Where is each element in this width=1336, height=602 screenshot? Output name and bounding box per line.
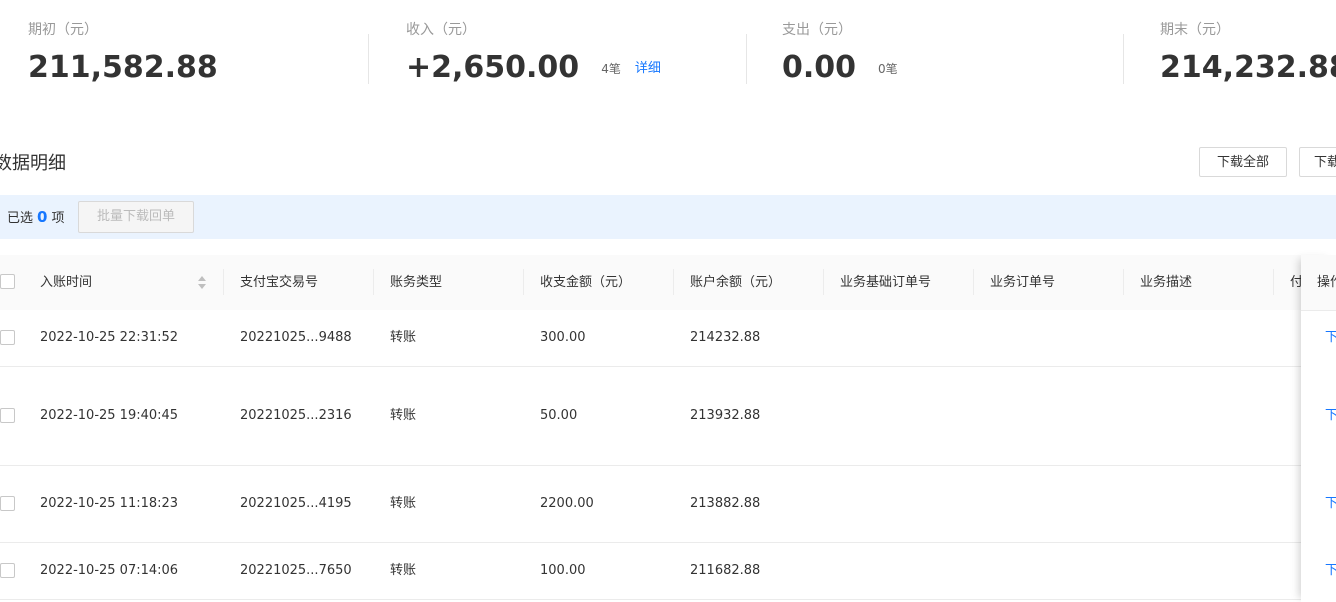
batch-download-receipt-button[interactable]: 批量下载回单 [78, 201, 194, 233]
col-type: 账务类型 [390, 275, 443, 290]
column-divider [973, 269, 974, 295]
column-divider [373, 269, 374, 295]
closing-label: 期末（元） [1160, 22, 1230, 38]
cell-amount: 300.00 [540, 330, 586, 345]
sort-icon[interactable] [197, 276, 207, 290]
operation-column: 操作 下 下 下 下 [1301, 255, 1336, 602]
download-receipt-link[interactable]: 下 [1325, 406, 1336, 426]
column-divider [1123, 269, 1124, 295]
income-total: 收入（元） +2,650.00 4笔 详细 [406, 20, 661, 89]
cell-amount: 2200.00 [540, 496, 594, 511]
download-button[interactable]: 下载 [1299, 147, 1336, 177]
opening-balance: 期初（元） 211,582.88 [28, 20, 218, 88]
income-value: +2,650.00 [406, 50, 580, 85]
select-all-checkbox[interactable] [0, 274, 15, 289]
download-receipt-link[interactable]: 下 [1325, 328, 1336, 348]
account-summary: 期初（元） 211,582.88 收入（元） +2,650.00 4笔 详细 支出（… [0, 0, 1336, 110]
column-divider [673, 269, 674, 295]
col-order: 业务订单号 [990, 275, 1056, 290]
summary-divider [746, 34, 747, 84]
cell-type: 转账 [390, 563, 417, 578]
selection-suffix: 项 [51, 211, 65, 226]
cell-type: 转账 [390, 496, 417, 511]
cell-trade-no: 20221025...7650 [240, 563, 352, 578]
cell-time: 2022-10-25 11:18:23 [40, 496, 179, 511]
cell-trade-no: 20221025...9488 [240, 330, 352, 345]
selection-prefix: 已选 [7, 211, 34, 226]
cell-balance: 213882.88 [690, 496, 761, 511]
cell-trade-no: 20221025...4195 [240, 496, 352, 511]
col-operation: 操作 [1317, 275, 1336, 290]
col-trade-no: 支付宝交易号 [240, 275, 319, 290]
download-receipt-link[interactable]: 下 [1325, 494, 1336, 514]
selection-summary: 已选 0 项 [7, 207, 64, 229]
cell-balance: 214232.88 [690, 330, 761, 345]
cell-balance: 211682.88 [690, 563, 761, 578]
cell-type: 转账 [390, 330, 417, 345]
expense-total: 支出（元） 0.00 0笔 [782, 20, 898, 89]
download-all-button[interactable]: 下载全部 [1199, 147, 1287, 177]
table-row: 2022-10-25 22:31:52 20221025...9488 转账 3… [0, 310, 1336, 367]
row-checkbox[interactable] [0, 563, 15, 578]
column-divider [223, 269, 224, 295]
cell-balance: 213932.88 [690, 408, 761, 423]
download-receipt-link[interactable]: 下 [1325, 561, 1336, 581]
income-label: 收入（元） [406, 22, 476, 38]
opening-label: 期初（元） [28, 22, 98, 38]
col-amount: 收支金额（元） [540, 275, 632, 290]
summary-divider [368, 34, 369, 84]
income-count: 4笔 [601, 61, 621, 76]
opening-value: 211,582.88 [28, 50, 218, 85]
selection-count: 0 [37, 208, 48, 226]
col-description: 业务描述 [1140, 275, 1193, 290]
table-row: 2022-10-25 19:40:45 20221025...2316 转账 5… [0, 367, 1336, 466]
column-divider [823, 269, 824, 295]
section-title: 数据明细 [0, 153, 66, 174]
cell-amount: 50.00 [540, 408, 578, 423]
column-divider [1273, 269, 1274, 295]
table-row: 2022-10-25 11:18:23 20221025...4195 转账 2… [0, 466, 1336, 543]
row-checkbox[interactable] [0, 496, 15, 511]
table-row: 2022-10-25 07:14:06 20221025...7650 转账 1… [0, 543, 1336, 600]
closing-value: 214,232.88 [1160, 50, 1336, 85]
col-base-order: 业务基础订单号 [840, 275, 932, 290]
summary-divider [1123, 34, 1124, 84]
col-balance: 账户余额（元） [690, 275, 782, 290]
expense-value: 0.00 [782, 50, 857, 85]
table-header: 入账时间 支付宝交易号 账务类型 收支金额（元） 账户余额（元） 业务基础订单号… [0, 255, 1336, 311]
selection-bar: 已选 0 项 批量下载回单 [0, 195, 1336, 239]
expense-count: 0笔 [878, 61, 898, 76]
cell-trade-no: 20221025...2316 [240, 408, 352, 423]
row-checkbox[interactable] [0, 408, 15, 423]
income-detail-link[interactable]: 详细 [635, 61, 661, 76]
cell-time: 2022-10-25 07:14:06 [40, 563, 179, 578]
row-checkbox[interactable] [0, 330, 15, 345]
closing-balance: 期末（元） 214,232.88 [1160, 20, 1336, 88]
expense-label: 支出（元） [782, 22, 852, 38]
column-divider [523, 269, 524, 295]
cell-time: 2022-10-25 22:31:52 [40, 330, 179, 345]
col-time: 入账时间 [40, 275, 93, 290]
cell-time: 2022-10-25 19:40:45 [40, 408, 179, 423]
cell-type: 转账 [390, 408, 417, 423]
cell-amount: 100.00 [540, 563, 586, 578]
